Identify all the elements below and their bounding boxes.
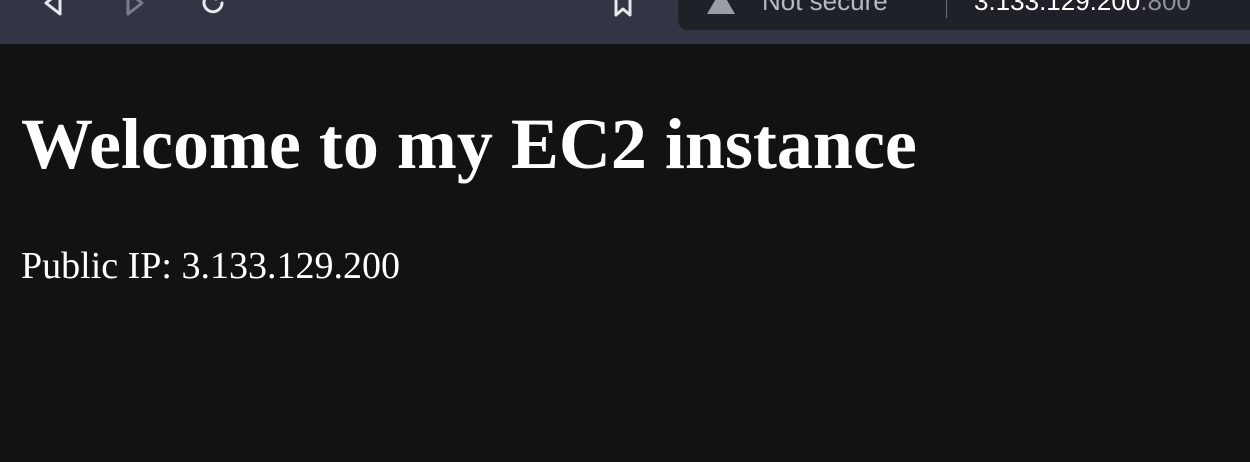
security-status-label[interactable]: Not secure [762, 0, 888, 16]
url-host: 3.133.129.200 [974, 0, 1141, 16]
address-bar[interactable]: Not secure 3.133.129.200:800 [678, 0, 1250, 30]
forward-arrow-icon[interactable] [116, 0, 150, 20]
public-ip-text: Public IP: 3.133.129.200 [21, 245, 400, 287]
lock-warning-icon[interactable] [704, 0, 738, 18]
reload-icon[interactable] [196, 0, 230, 20]
url-text[interactable]: 3.133.129.200:800 [974, 0, 1191, 16]
address-divider [946, 0, 947, 18]
back-arrow-icon[interactable] [38, 0, 72, 20]
bookmark-icon[interactable] [606, 0, 640, 20]
page-heading: Welcome to my EC2 instance [21, 104, 917, 184]
url-port: :800 [1140, 0, 1191, 16]
page-content: Welcome to my EC2 instance Public IP: 3.… [0, 44, 1250, 462]
browser-toolbar: Not secure 3.133.129.200:800 [0, 0, 1250, 44]
